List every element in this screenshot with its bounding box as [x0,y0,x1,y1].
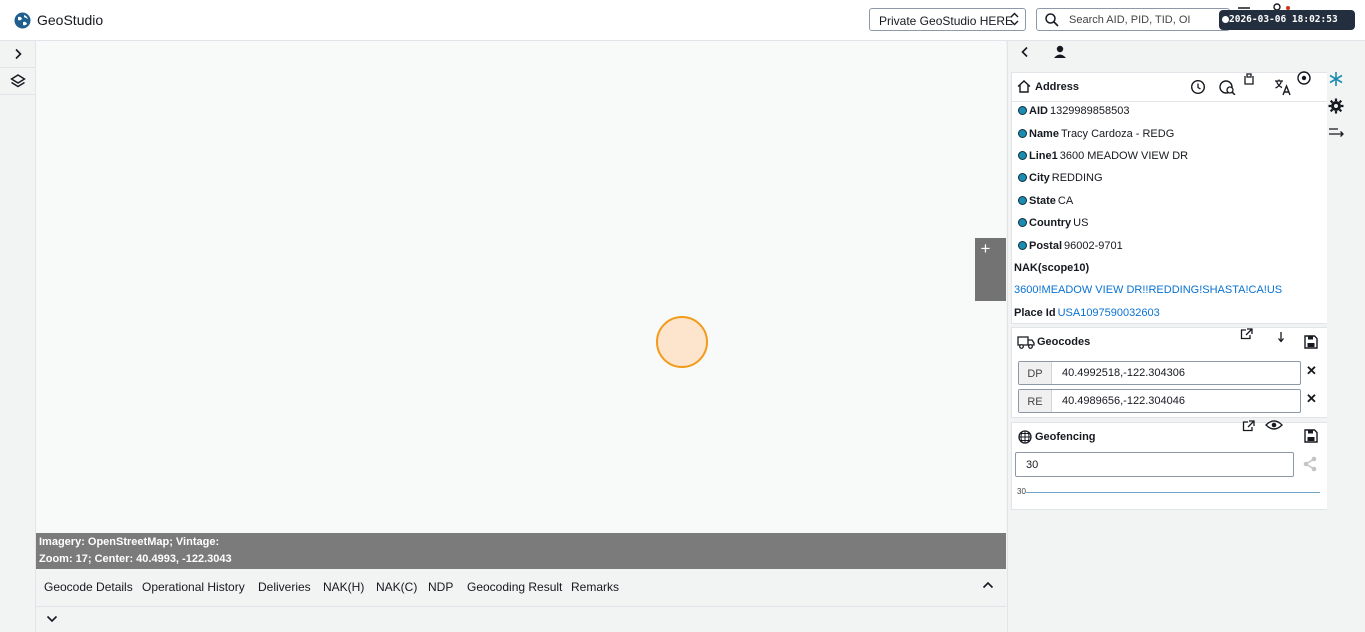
save-icon[interactable] [1304,429,1318,443]
address-card-title: Address [1035,81,1080,93]
location-marker[interactable] [656,316,708,368]
map-info-bar: Imagery: OpenStreetMap; Vintage: Zoom: 1… [36,533,1006,569]
geocode-value: 40.4992518,-122.304306 [1062,367,1185,379]
tab-remarks[interactable]: Remarks [571,580,619,594]
remove-dp-button[interactable]: ✕ [1306,363,1317,379]
geofence-slider[interactable] [1026,492,1320,493]
geocodes-card: Geocodes DP 40.4992518,-122.304306 ✕ RE … [1011,327,1328,418]
home-icon [1017,80,1031,93]
geofencing-card-header: Geofencing [1012,420,1327,451]
field-line1: Line1 3600 MEADOW VIEW DR [1018,150,1188,162]
arrow-down-icon[interactable] [1277,331,1285,343]
truck-icon [1017,336,1035,349]
status-dot [1018,151,1027,160]
geocodes-card-header: Geocodes [1012,328,1327,356]
share-out-icon[interactable] [1240,328,1253,340]
layers-button[interactable] [0,68,35,95]
eye-icon[interactable] [1265,419,1283,431]
right-tool-rail [1327,41,1365,632]
tab-geocoding-result[interactable]: Geocoding Result [467,580,562,594]
geofencing-card: Geofencing 30 30 [1011,420,1328,510]
remove-re-button[interactable]: ✕ [1306,391,1317,407]
geocode-row-dp[interactable]: DP 40.4992518,-122.304306 [1018,361,1301,385]
zoom-center-info: Zoom: 17; Center: 40.4993, -122.3043 [39,553,232,565]
geocode-tag: RE [1019,390,1052,412]
tab-deliveries[interactable]: Deliveries [258,580,311,594]
tab-operational-history[interactable]: Operational History [142,580,245,594]
clock-icon [1222,16,1229,23]
left-rail [0,41,36,632]
geocodes-card-title: Geocodes [1037,336,1091,348]
geocode-tag: DP [1019,362,1052,384]
translate-icon[interactable] [1274,78,1292,96]
nak-value-link[interactable]: 3600!MEADOW VIEW DR!!REDDING!SHASTA!CA!U… [1014,284,1282,296]
history-icon[interactable] [1190,79,1206,95]
zoom-in-button[interactable]: + [975,240,996,258]
tab-nak-c[interactable]: NAK(C) [376,580,417,594]
person-icon[interactable] [1053,45,1067,59]
search-icon [1045,13,1059,27]
place-id-row: Place Id USA1097590032603 [1014,307,1160,319]
right-panel: Address AID 1329989858503 Name Tracy Cardo… [1007,41,1340,632]
tab-nak-h[interactable]: NAK(H) [323,580,364,594]
map-canvas[interactable] [36,41,1006,533]
address-card-header: Address [1012,70,1327,102]
status-dot [1018,241,1027,250]
geofence-radius-value: 30 [1026,459,1039,471]
field-postal: Postal 96002-9701 [1018,240,1123,252]
status-dot [1018,218,1027,227]
field-aid: AID 1329989858503 [1018,105,1129,117]
expand-left-panel-button[interactable] [0,41,35,68]
gear-icon[interactable] [1328,98,1344,114]
chevron-right-icon [13,48,23,60]
search-box[interactable] [1036,8,1230,31]
address-card: Address AID 1329989858503 Name Tracy Cardo… [1011,70,1328,324]
status-dot [1018,196,1027,205]
timestamp-text: 2026-03-06 18:02:53 [1229,14,1338,25]
geofence-radius-input[interactable]: 30 [1015,452,1294,477]
field-state: State CA [1018,195,1073,207]
geocode-value: 40.4989656,-122.304046 [1062,395,1185,407]
location-target-icon[interactable] [1296,70,1312,86]
status-dot [1018,129,1027,138]
updown-chevron-icon [1010,12,1019,26]
save-icon[interactable] [1304,335,1318,349]
timestamp-badge: 2026-03-06 18:02:53 [1219,10,1355,30]
app-title[interactable]: GeoStudio [37,12,103,28]
sign-out-icon[interactable] [1328,126,1344,138]
layers-icon [9,73,26,89]
geofencing-card-title: Geofencing [1035,431,1096,443]
bottom-drawer-toggle [36,607,1006,632]
globe-logo-icon [14,12,31,29]
chevron-down-icon[interactable] [46,615,58,623]
environment-select-value: Private GeoStudio HERE [879,14,1014,28]
share-nodes-icon[interactable] [1302,456,1318,472]
field-city: City REDDING [1018,172,1103,184]
place-id-link[interactable]: USA1097590032603 [1058,307,1160,319]
share-out-icon[interactable] [1242,420,1255,432]
imagery-info: Imagery: OpenStreetMap; Vintage: [39,536,220,548]
field-country: Country US [1018,217,1088,229]
tab-ndp[interactable]: NDP [428,580,453,594]
search-input[interactable] [1069,11,1227,28]
snowflake-icon[interactable] [1328,71,1344,87]
chevron-left-icon[interactable] [1020,46,1030,58]
zoom-control: + [975,238,1006,301]
field-name: Name Tracy Cardoza - REDG [1018,128,1174,140]
tab-geocode-details[interactable]: Geocode Details [44,580,133,594]
environment-select[interactable]: Private GeoStudio HERE [869,8,1026,31]
geocode-row-re[interactable]: RE 40.4989656,-122.304046 [1018,389,1301,413]
clipboard-icon[interactable] [1243,73,1255,85]
nak-label: NAK(scope10) [1014,262,1090,274]
status-dot [1018,106,1027,115]
bottom-tab-bar: Geocode Details Operational History Deli… [36,569,1006,607]
chevron-up-icon[interactable] [982,581,994,589]
globe-search-icon[interactable] [1219,79,1236,95]
grid-globe-icon [1018,430,1032,444]
status-dot [1018,173,1027,182]
